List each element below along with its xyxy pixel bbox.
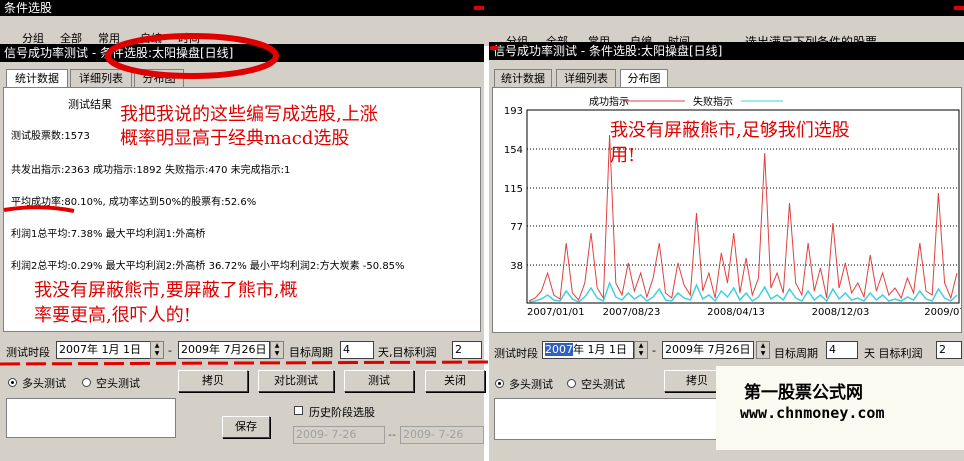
right-target-profit-field[interactable]: 2 — [936, 341, 962, 359]
left-history-label[interactable]: 历史阶段选股 — [309, 404, 375, 420]
series-line-fail — [528, 280, 958, 303]
watermark-name: 第一股票公式网 — [744, 383, 863, 403]
right-date-dash: - — [652, 344, 656, 357]
right-short-test-label[interactable]: 空头测试 — [581, 376, 625, 392]
left-history-start-field: 2009- 7-26 — [293, 426, 385, 444]
left-history-checkbox[interactable] — [294, 406, 303, 415]
x-tick-label-4: 2009/07 — [924, 307, 961, 318]
red-circle-mark — [105, 33, 279, 79]
left-tab-stats[interactable]: 统计数据 — [6, 69, 68, 87]
left-compare-button[interactable]: 对比测试 — [258, 370, 334, 392]
left-test-button[interactable]: 测试 — [344, 370, 414, 392]
y-tick-label-3: 77 — [510, 222, 523, 233]
left-short-test-label[interactable]: 空头测试 — [96, 375, 140, 391]
stats-line-1: 测试股票数:1573 — [11, 131, 90, 142]
right-start-date-spinner[interactable]: ▲ ▼ — [634, 341, 648, 359]
right-formula-box[interactable] — [494, 398, 724, 440]
left-save-button[interactable]: 保存 — [222, 416, 270, 438]
legend-success-label: 成功指示 — [589, 95, 629, 108]
y-tick-label-0: 193 — [504, 106, 523, 117]
right-target-period-label: 目标周期 — [774, 347, 818, 360]
right-end-date-spinner[interactable]: ▲ ▼ — [756, 341, 770, 359]
right-window-title: 信号成功率测试 - 条件选股:太阳操盘[日线] — [493, 44, 723, 58]
right-start-rest: 年 1月 1日 — [573, 343, 627, 356]
back-window-close-icon[interactable] — [474, 6, 484, 10]
back-window-title: 条件选股 — [4, 1, 53, 15]
left-copy-button[interactable]: 拷贝 — [178, 370, 248, 392]
left-history-end-field: 2009- 7-26 — [400, 426, 484, 444]
right-annotation-1: 我没有屏蔽熊市,足够我们选股 — [610, 120, 850, 141]
back-window-close-icon-right[interactable] — [954, 6, 964, 10]
y-tick-label-1: 154 — [504, 145, 523, 156]
stats-heading: 测试结果 — [68, 98, 112, 111]
y-tick-label-4: 38 — [510, 261, 523, 272]
x-tick-label-3: 2008/12/03 — [812, 307, 870, 318]
x-tick-label-1: 2007/08/23 — [603, 307, 661, 318]
left-short-test-radio[interactable] — [82, 378, 91, 387]
right-close-icon[interactable] — [490, 46, 498, 50]
red-underline-mark — [3, 205, 75, 213]
left-formula-box[interactable] — [6, 398, 176, 438]
right-target-period-field[interactable]: 4 — [826, 341, 858, 359]
right-tab-detail[interactable]: 详细列表 — [556, 69, 616, 87]
right-short-test-radio[interactable] — [567, 379, 576, 388]
right-period-label: 测试时段 — [494, 347, 538, 360]
right-tab-distribution[interactable]: 分布图 — [620, 69, 668, 87]
left-annotation-2: 概率明显高于经典macd选股 — [120, 128, 350, 149]
left-long-test-label[interactable]: 多头测试 — [22, 375, 66, 391]
right-annotation-2: 用! — [610, 145, 636, 166]
watermark-url: www.chnmoney.com — [740, 404, 885, 422]
right-start-year: 2007 — [545, 343, 573, 356]
left-close-button[interactable]: 关闭 — [425, 370, 485, 392]
right-long-test-label[interactable]: 多头测试 — [509, 376, 553, 392]
left-history-dash: -- — [388, 428, 396, 441]
stats-line-5: 利润2总平均:0.29% 最大平均利润2:外高桥 36.72% 最小平均利润2:… — [11, 261, 405, 272]
stats-line-2: 共发出指示:2363 成功指示:1892 失败指示:470 未完成指示:1 — [11, 165, 291, 176]
left-long-test-radio[interactable] — [8, 378, 17, 387]
right-days-label: 天 目标利润 — [864, 347, 923, 360]
x-tick-label-2: 2008/04/13 — [707, 307, 765, 318]
right-start-date-field[interactable]: 2007年 1月 1日 — [542, 341, 634, 359]
right-end-date-field[interactable]: 2009年 7月26日 — [662, 341, 754, 359]
series-line-success — [528, 134, 958, 302]
left-annotation-1: 我把我说的这些编写成选股,上涨 — [120, 104, 378, 125]
stats-line-4: 利润1总平均:7.38% 最大平均利润1:外高桥 — [11, 229, 206, 240]
right-window-titlebar: 信号成功率测试 - 条件选股:太阳操盘[日线] — [489, 42, 964, 60]
right-tab-stats[interactable]: 统计数据 — [494, 69, 552, 87]
left-annotation-4: 率要更高,很吓人的! — [34, 305, 191, 326]
left-annotation-3: 我没有屏蔽熊市,要屏蔽了熊市,概 — [34, 280, 298, 301]
y-tick-label-2: 115 — [504, 184, 523, 195]
x-tick-label-0: 2007/01/01 — [527, 307, 585, 318]
legend-fail-label: 失败指示 — [693, 95, 733, 108]
right-long-test-radio[interactable] — [495, 379, 504, 388]
